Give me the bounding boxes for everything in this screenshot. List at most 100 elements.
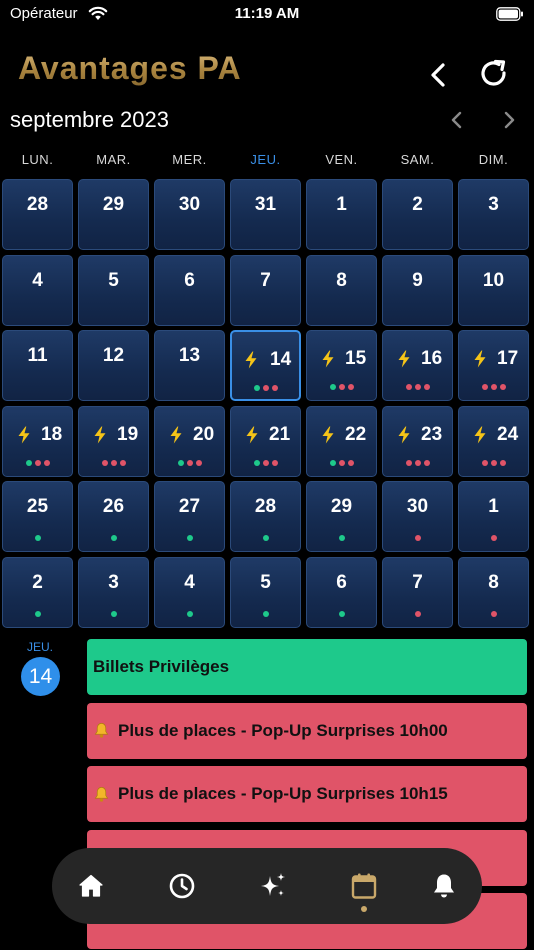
calendar-day-cell[interactable]: 7 [230,255,301,326]
calendar-day-cell[interactable]: 30 [154,179,225,250]
calendar-day-cell[interactable]: 21 [230,406,301,477]
calendar-day-cell[interactable]: 11 [2,330,73,401]
calendar-day-cell[interactable]: 14 [230,330,301,401]
calendar-day-cell[interactable]: 13 [154,330,225,401]
weekday-label: JEU. [250,152,281,167]
day-number: 1 [336,194,347,215]
day-number: 8 [336,270,347,291]
calendar-day-cell[interactable]: 4 [2,255,73,326]
clock-icon[interactable] [167,871,197,901]
calendar-day-cell[interactable]: 1 [458,481,529,552]
calendar-day-cell[interactable]: 6 [154,255,225,326]
event-card[interactable]: Plus de places - Pop-Up Surprises 10h15 [87,766,527,822]
calendar-day-cell[interactable]: 25 [2,481,73,552]
calendar-day-cell[interactable]: 2 [2,557,73,628]
event-card[interactable]: Plus de places - Pop-Up Surprises 10h00 [87,702,527,759]
calendar-day-cell[interactable]: 19 [78,406,149,477]
calendar-day-cell[interactable]: 28 [2,179,73,250]
event-indicator-dots [383,611,452,617]
weekday-label: MER. [172,152,207,167]
lightning-bolt-icon [398,350,410,368]
day-number: 7 [260,270,271,291]
calendar-icon[interactable] [349,871,379,901]
lightning-bolt-icon [474,350,486,368]
red-dot [262,460,269,466]
calendar-day-cell[interactable]: 5 [230,557,301,628]
day-number: 13 [178,345,201,366]
red-dot [414,460,421,466]
red-dot [338,460,345,466]
red-dot [423,384,430,390]
calendar-day-cell[interactable]: 10 [458,255,529,326]
calendar-day-cell[interactable]: 18 [2,406,73,477]
refresh-button[interactable] [478,58,510,90]
event-indicator-dots [307,460,376,466]
selected-weekday: JEU. [26,640,53,654]
event-card[interactable]: Billets Privilèges [87,639,527,695]
bell-icon[interactable] [429,871,459,901]
calendar-day-cell[interactable]: 17 [458,330,529,401]
day-number: 29 [102,194,125,215]
calendar-day-cell[interactable]: 8 [458,557,529,628]
calendar-day-cell[interactable]: 20 [154,406,225,477]
red-dot [490,611,497,617]
event-indicator-dots [459,460,528,466]
next-month-button[interactable] [498,108,520,132]
home-icon[interactable] [76,871,106,901]
month-label: septembre 2023 [10,107,169,132]
red-dot [490,535,497,541]
calendar-day-cell[interactable]: 1 [306,179,377,250]
calendar-day-cell[interactable]: 29 [78,179,149,250]
calendar-day-cell[interactable]: 7 [382,557,453,628]
calendar-day-cell[interactable]: 16 [382,330,453,401]
event-indicator-dots [307,535,376,541]
calendar-day-cell[interactable]: 15 [306,330,377,401]
event-indicator-dots [307,384,376,390]
calendar-day-cell[interactable]: 29 [306,481,377,552]
event-indicator-dots [459,384,528,390]
event-title: Plus de places - Pop-Up Surprises 10h00 [118,720,448,740]
calendar-day-cell[interactable]: 6 [306,557,377,628]
green-dot [329,460,336,466]
back-button[interactable] [424,60,452,90]
calendar-day-cell[interactable]: 27 [154,481,225,552]
day-number: 24 [497,424,519,445]
calendar-day-cell[interactable]: 31 [230,179,301,250]
lightning-bolt-icon [170,426,182,444]
event-indicator-dots [459,611,528,617]
weekday-label: MAR. [96,152,131,167]
day-number: 5 [108,270,119,291]
sparkles-icon[interactable] [258,871,288,901]
lightning-bolt-icon [94,426,106,444]
red-dot [101,460,108,466]
event-indicator-dots [232,385,299,391]
calendar-day-cell[interactable]: 26 [78,481,149,552]
calendar-day-cell[interactable]: 5 [78,255,149,326]
day-number: 17 [497,348,519,369]
day-number: 3 [108,572,119,593]
green-dot [338,535,345,541]
calendar-day-cell[interactable]: 3 [78,557,149,628]
calendar-day-cell[interactable]: 4 [154,557,225,628]
red-dot [490,460,497,466]
red-dot [271,385,278,391]
calendar-day-cell[interactable]: 28 [230,481,301,552]
calendar-day-cell[interactable]: 30 [382,481,453,552]
calendar-day-cell[interactable]: 23 [382,406,453,477]
prev-month-button[interactable] [446,108,468,132]
calendar-day-cell[interactable]: 12 [78,330,149,401]
status-time: 11:19 AM [234,5,300,22]
red-dot [110,460,117,466]
calendar-day-cell[interactable]: 3 [458,179,529,250]
day-number: 26 [102,496,125,517]
calendar-day-cell[interactable]: 2 [382,179,453,250]
event-indicator-dots [231,611,300,617]
calendar-day-cell[interactable]: 24 [458,406,529,477]
calendar-day-cell[interactable]: 22 [306,406,377,477]
day-number: 11 [27,345,48,366]
calendar-day-cell[interactable]: 8 [306,255,377,326]
event-indicator-dots [231,460,300,466]
calendar-day-cell[interactable]: 9 [382,255,453,326]
red-dot [414,611,421,617]
day-number: 30 [406,496,429,517]
